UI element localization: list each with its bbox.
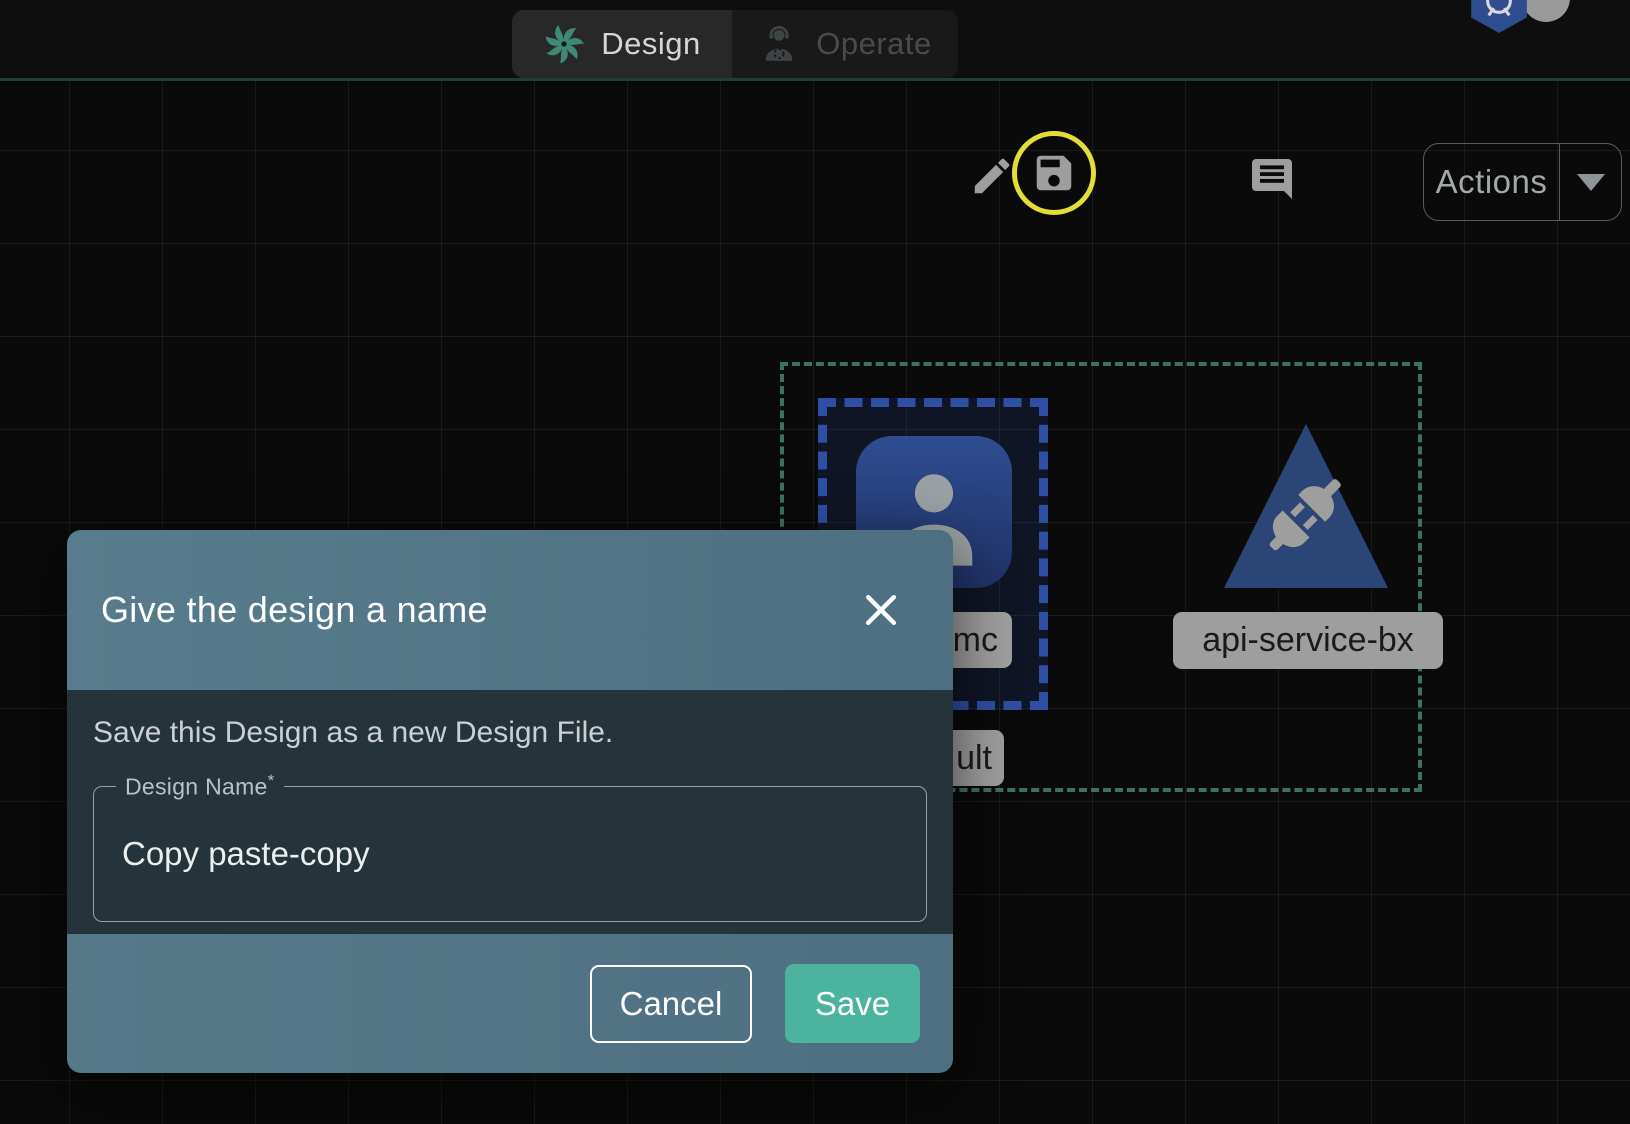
actions-split-button[interactable]: Actions xyxy=(1423,143,1622,221)
required-asterisk: * xyxy=(268,771,275,790)
chevron-down-icon xyxy=(1577,174,1605,191)
top-app-bar: Design Operate xyxy=(0,0,1630,81)
dialog-title: Give the design a name xyxy=(101,589,488,631)
design-name-label-text: Design Name xyxy=(125,774,268,800)
user-node-label-text: mc xyxy=(953,621,998,660)
tab-design-label: Design xyxy=(601,26,701,62)
tab-design[interactable]: Design xyxy=(512,10,732,78)
app-window: Design Operate xyxy=(0,0,1630,1124)
kubernetes-context-badge-icon[interactable] xyxy=(1466,0,1532,34)
design-name-field-label: Design Name* xyxy=(116,771,284,801)
plug-connector-icon xyxy=(1258,466,1354,562)
dialog-close-button[interactable] xyxy=(853,582,909,638)
comment-button[interactable] xyxy=(1242,149,1302,209)
design-name-input[interactable] xyxy=(94,787,926,921)
design-name-field: Design Name* xyxy=(93,786,927,922)
api-service-node-label: api-service-bx xyxy=(1173,612,1443,669)
mode-tabs: Design Operate xyxy=(512,10,958,78)
tab-operate[interactable]: Operate xyxy=(732,10,958,78)
close-icon xyxy=(859,587,903,633)
save-button-highlighted[interactable] xyxy=(1012,131,1096,215)
dialog-description: Save this Design as a new Design File. xyxy=(93,716,927,750)
save-confirm-button[interactable]: Save xyxy=(785,964,920,1043)
dialog-body: Save this Design as a new Design File. D… xyxy=(67,690,953,934)
dialog-footer: Cancel Save xyxy=(67,934,953,1073)
api-service-label-text: api-service-bx xyxy=(1202,621,1414,660)
operate-headset-icon xyxy=(758,23,800,65)
comment-icon xyxy=(1248,155,1296,203)
tab-operate-label: Operate xyxy=(816,26,932,62)
cancel-button[interactable]: Cancel xyxy=(590,965,752,1043)
user-node-namespace-text: ult xyxy=(956,739,992,778)
edit-pencil-icon xyxy=(969,153,1015,199)
actions-button-label[interactable]: Actions xyxy=(1424,144,1559,220)
dialog-header: Give the design a name xyxy=(67,530,953,690)
save-design-dialog: Give the design a name Save this Design … xyxy=(67,530,953,1073)
actions-dropdown-toggle[interactable] xyxy=(1560,144,1621,220)
meshery-logo-icon xyxy=(543,23,585,65)
save-floppy-icon xyxy=(1031,150,1077,196)
